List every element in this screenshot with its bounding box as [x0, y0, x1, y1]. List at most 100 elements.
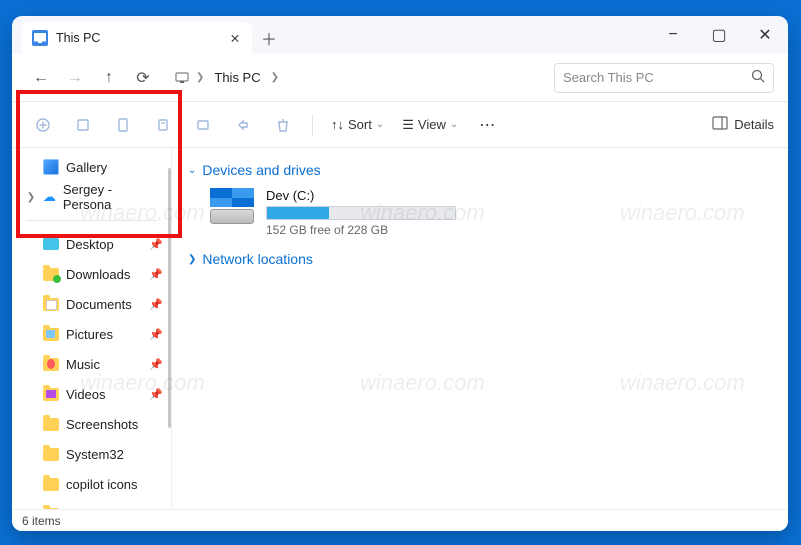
pin-icon: 📌 [149, 388, 163, 401]
sidebar-item-screenshots[interactable]: Screenshots [12, 409, 171, 439]
sidebar-item-downloads[interactable]: Downloads 📌 [12, 259, 171, 289]
details-icon [712, 116, 728, 133]
chevron-right-icon[interactable]: ❯ [26, 192, 36, 203]
sidebar-separator [26, 220, 157, 221]
music-icon [43, 358, 59, 371]
group-network-locations[interactable]: ❯ Network locations [188, 251, 772, 267]
folder-icon [43, 418, 59, 431]
sort-menu[interactable]: ↑↓ Sort ⌄ [325, 117, 390, 132]
sidebar-item-vhd[interactable]: vhd [12, 499, 171, 509]
copy-button[interactable] [106, 108, 140, 142]
navigation-pane: Gallery ❯ ☁ Sergey - Persona Desktop 📌 D… [12, 148, 172, 509]
forward-button[interactable]: → [60, 63, 90, 93]
folder-icon [43, 508, 59, 510]
body: Gallery ❯ ☁ Sergey - Persona Desktop 📌 D… [12, 148, 788, 509]
group-devices-and-drives[interactable]: ⌄ Devices and drives [188, 162, 772, 178]
sidebar-scrollbar[interactable] [168, 168, 171, 428]
sort-icon: ↑↓ [331, 117, 344, 132]
sidebar-label: Gallery [66, 160, 107, 175]
sidebar-label: Screenshots [66, 417, 138, 432]
sidebar-label: Sergey - Persona [63, 182, 163, 212]
desktop-icon [43, 238, 59, 250]
back-button[interactable]: ← [26, 63, 56, 93]
maximize-button[interactable]: ▢ [696, 16, 742, 54]
sidebar-item-documents[interactable]: Documents 📌 [12, 289, 171, 319]
pictures-icon [43, 328, 59, 341]
new-tab-button[interactable]: ＋ [252, 22, 286, 54]
navigation-bar: ← → ↑ ⟳ ❯ This PC ❯ Search This PC [12, 54, 788, 102]
folder-icon [43, 478, 59, 491]
onedrive-icon: ☁ [43, 189, 56, 205]
downloads-icon [43, 268, 59, 281]
sidebar-item-music[interactable]: Music 📌 [12, 349, 171, 379]
gallery-icon [43, 159, 59, 175]
chevron-right-icon[interactable]: ❯ [271, 72, 279, 83]
minimize-button[interactable]: − [650, 16, 696, 54]
sidebar-item-desktop[interactable]: Desktop 📌 [12, 229, 171, 259]
sidebar-label: Downloads [66, 267, 130, 282]
paste-button[interactable] [146, 108, 180, 142]
folder-icon [43, 448, 59, 461]
sidebar-item-system32[interactable]: System32 [12, 439, 171, 469]
delete-button[interactable] [266, 108, 300, 142]
content-pane: ⌄ Devices and drives Dev (C:) 152 GB fre… [172, 148, 788, 509]
details-pane-button[interactable]: Details [712, 116, 774, 133]
tab-this-pc[interactable]: This PC ✕ [22, 22, 252, 54]
this-pc-icon [32, 30, 48, 46]
drive-info: Dev (C:) 152 GB free of 228 GB [266, 188, 456, 237]
cut-button[interactable] [66, 108, 100, 142]
sidebar-label: Music [66, 357, 100, 372]
chevron-down-icon: ⌄ [376, 119, 384, 130]
view-icon: ☰ [402, 117, 414, 133]
refresh-button[interactable]: ⟳ [128, 63, 158, 93]
group-label: Devices and drives [202, 162, 320, 178]
status-bar: 6 items [12, 509, 788, 531]
tab-title: This PC [56, 31, 100, 45]
close-button[interactable]: ✕ [742, 16, 788, 54]
search-icon[interactable] [751, 69, 765, 86]
toolbar: ↑↓ Sort ⌄ ☰ View ⌄ ⋯ Details [12, 102, 788, 148]
file-explorer-window: This PC ✕ ＋ − ▢ ✕ ← → ↑ ⟳ ❯ This PC ❯ Se… [12, 16, 788, 531]
up-button[interactable]: ↑ [94, 63, 124, 93]
share-button[interactable] [226, 108, 260, 142]
chevron-down-icon: ⌄ [188, 165, 196, 176]
sidebar-item-gallery[interactable]: Gallery [12, 152, 171, 182]
chevron-down-icon: ⌄ [450, 119, 458, 130]
tab-close-button[interactable]: ✕ [228, 31, 242, 45]
pin-icon: 📌 [149, 268, 163, 281]
sidebar-label: Desktop [66, 237, 114, 252]
window-controls: − ▢ ✕ [650, 16, 788, 54]
drive-item-c[interactable]: Dev (C:) 152 GB free of 228 GB [210, 188, 772, 237]
pin-icon: 📌 [149, 328, 163, 341]
videos-icon [43, 388, 59, 401]
more-button[interactable]: ⋯ [470, 108, 504, 142]
rename-button[interactable] [186, 108, 220, 142]
sidebar-item-onedrive[interactable]: ❯ ☁ Sergey - Persona [12, 182, 171, 212]
sidebar-label: Documents [66, 297, 132, 312]
sort-label: Sort [348, 117, 372, 132]
drive-name: Dev (C:) [266, 188, 456, 203]
search-input[interactable]: Search This PC [554, 63, 774, 93]
view-menu[interactable]: ☰ View ⌄ [396, 117, 464, 133]
drive-icon [210, 188, 254, 224]
breadcrumb-this-pc[interactable]: This PC [210, 68, 264, 87]
sidebar-label: Pictures [66, 327, 113, 342]
group-label: Network locations [202, 251, 313, 267]
chevron-right-icon: ❯ [196, 72, 204, 83]
documents-icon [43, 298, 59, 311]
sidebar-item-videos[interactable]: Videos 📌 [12, 379, 171, 409]
sidebar-label: System32 [66, 447, 124, 462]
details-label: Details [734, 117, 774, 132]
titlebar: This PC ✕ ＋ − ▢ ✕ [12, 16, 788, 54]
this-pc-icon [174, 70, 190, 86]
sidebar-item-copilot[interactable]: copilot icons [12, 469, 171, 499]
new-button[interactable] [26, 108, 60, 142]
view-label: View [418, 117, 446, 132]
sidebar-label: copilot icons [66, 477, 138, 492]
address-bar[interactable]: ❯ This PC ❯ [174, 68, 279, 87]
status-item-count: 6 items [22, 514, 61, 528]
sidebar-item-pictures[interactable]: Pictures 📌 [12, 319, 171, 349]
search-placeholder: Search This PC [563, 70, 654, 85]
drive-usage-bar [266, 206, 456, 220]
sidebar-label: Videos [66, 387, 106, 402]
